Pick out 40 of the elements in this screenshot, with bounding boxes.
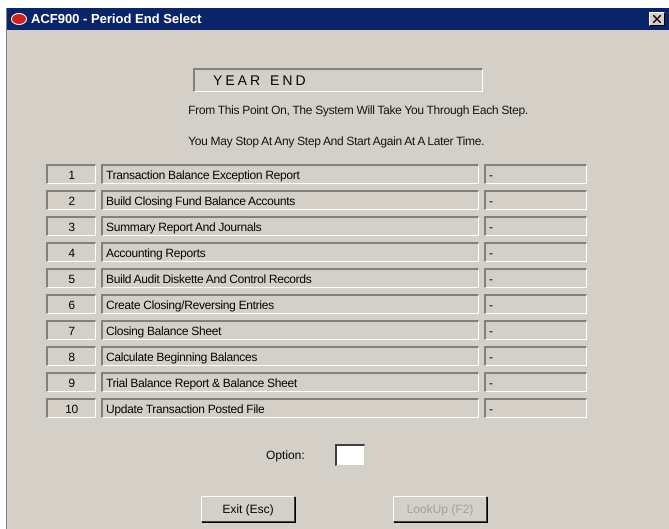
- step-status: -: [484, 346, 587, 366]
- step-name: Build Audit Diskette And Control Records: [101, 268, 479, 288]
- heading-box: YEAR END: [193, 68, 483, 92]
- step-name: Closing Balance Sheet: [101, 320, 479, 340]
- step-name: Build Closing Fund Balance Accounts: [101, 190, 479, 210]
- step-name: Calculate Beginning Balances: [101, 346, 479, 366]
- step-number: 7: [46, 320, 96, 340]
- step-name: Summary Report And Journals: [101, 216, 479, 236]
- step-number: 4: [46, 242, 96, 262]
- instruction-text: You May Stop At Any Step And Start Again At A Later Time.: [188, 133, 486, 150]
- step-status: -: [484, 216, 587, 236]
- step-status: -: [484, 320, 587, 340]
- step-number: 3: [46, 216, 96, 236]
- step-number: 10: [46, 398, 96, 418]
- option-label: Option:: [266, 447, 305, 464]
- step-number: 5: [46, 268, 96, 288]
- step-name: Create Closing/Reversing Entries: [101, 294, 479, 314]
- dialog-button[interactable]: Exit (Esc): [201, 496, 295, 522]
- step-name: Transaction Balance Exception Report: [101, 164, 479, 184]
- step-status: -: [484, 190, 587, 210]
- step-number: 8: [46, 346, 96, 366]
- step-number: 9: [46, 372, 96, 392]
- instruction-text: From This Point On, The System Will Take You Through Each Step.: [188, 102, 528, 119]
- step-name: Update Transaction Posted File: [101, 398, 479, 418]
- close-icon: [653, 15, 661, 23]
- option-field[interactable]: [334, 444, 365, 466]
- step-name: Accounting Reports: [101, 242, 479, 262]
- app-icon: [11, 13, 27, 25]
- step-number: 2: [46, 190, 96, 210]
- step-number: 6: [46, 294, 96, 314]
- step-status: -: [484, 164, 587, 184]
- window-title: ACF900 - Period End Select: [31, 10, 202, 28]
- step-number: 1: [46, 164, 96, 184]
- step-name: Trial Balance Report & Balance Sheet: [101, 372, 479, 392]
- step-status: -: [484, 268, 587, 288]
- step-status: -: [484, 398, 587, 418]
- step-status: -: [484, 242, 587, 262]
- step-status: -: [484, 372, 587, 392]
- close-button[interactable]: [649, 12, 665, 26]
- step-status: -: [484, 294, 587, 314]
